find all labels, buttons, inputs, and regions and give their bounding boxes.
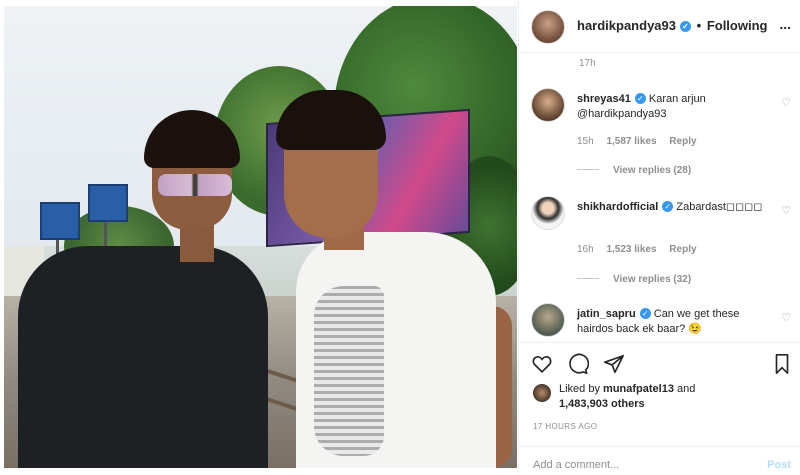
comment-like-heart-icon[interactable]: ♡: [781, 204, 791, 217]
reply-button[interactable]: Reply: [669, 244, 696, 255]
commenter-username[interactable]: shikhardofficial: [577, 201, 658, 213]
commenter-avatar[interactable]: [531, 88, 565, 122]
liked-by-label: Liked by: [559, 383, 600, 395]
likes-text: Liked by munafpatel13 and 1,483,903 othe…: [559, 382, 695, 412]
instagram-post: hardikpandya93 ✓ • Following ... 17h shre…: [0, 0, 800, 474]
bookmark-icon[interactable]: [771, 353, 793, 375]
commenter-avatar[interactable]: [531, 196, 565, 230]
view-replies-label: View replies (32): [613, 274, 692, 285]
comment-time: 16h: [577, 244, 594, 255]
verified-badge-icon: ✓: [639, 308, 651, 319]
comment-like-heart-icon[interactable]: ♡: [781, 96, 791, 109]
likes-and: and: [677, 383, 696, 395]
comment-text: jatin_sapru ✓ Can we get these hairdos ba…: [577, 307, 773, 337]
comment-icon[interactable]: [567, 353, 589, 375]
post-side-panel: hardikpandya93 ✓ • Following ... 17h shre…: [518, 0, 800, 474]
author-username[interactable]: hardikpandya93: [577, 18, 676, 33]
comment-likes[interactable]: 1,523 likes: [606, 244, 656, 255]
add-comment-input[interactable]: Add a comment...: [533, 459, 619, 471]
post-comment-button[interactable]: Post: [767, 459, 791, 471]
verified-badge-icon: ✓: [662, 201, 674, 212]
left-person-sunglasses: [158, 174, 232, 196]
commenter-avatar[interactable]: [531, 303, 565, 337]
add-comment-bar: Add a comment... Post: [519, 446, 800, 475]
heart-icon[interactable]: [531, 353, 553, 375]
comment-likes[interactable]: 1,587 likes: [606, 136, 656, 147]
comment-text: shreyas41 ✓ Karan arjun @hardikpandya93: [577, 92, 773, 122]
post-photo[interactable]: [4, 6, 517, 468]
photo-sign-board: [88, 184, 128, 222]
more-options-icon[interactable]: ...: [779, 16, 791, 32]
post-action-bar: [519, 342, 800, 379]
share-icon[interactable]: [603, 353, 625, 375]
separator-dot: •: [696, 18, 702, 33]
verified-badge-icon: ✓: [680, 21, 691, 32]
comment-meta: 16h 1,523 likes Reply: [577, 244, 707, 255]
view-replies-label: View replies (28): [613, 165, 692, 176]
comment-meta: 15h 1,587 likes Reply: [577, 136, 707, 147]
photo-sign-board: [40, 202, 80, 240]
left-person-body: [18, 246, 268, 468]
caption-time: 17h: [579, 58, 596, 69]
following-button[interactable]: Following: [707, 18, 768, 33]
view-replies-line: [577, 169, 599, 170]
reply-button[interactable]: Reply: [669, 136, 696, 147]
likes-count[interactable]: 1,483,903 others: [559, 398, 645, 410]
view-replies-line: [577, 278, 599, 279]
liker-avatar[interactable]: [533, 384, 551, 402]
view-replies-button[interactable]: View replies (28): [577, 165, 691, 176]
comment-time: 15h: [577, 136, 594, 147]
commenter-username[interactable]: shreyas41: [577, 93, 631, 105]
commenter-username[interactable]: jatin_sapru: [577, 308, 636, 320]
liker-username[interactable]: munafpatel13: [603, 383, 674, 395]
post-header: hardikpandya93 ✓ • Following ...: [519, 0, 800, 53]
view-replies-button[interactable]: View replies (32): [577, 274, 691, 285]
verified-badge-icon: ✓: [634, 93, 646, 104]
comment-like-heart-icon[interactable]: ♡: [781, 311, 791, 324]
author-line: hardikpandya93 ✓ • Following: [577, 18, 767, 33]
comment-text: shikhardofficial ✓ Zabardast◻◻◻◻: [577, 200, 773, 215]
comment-body: Zabardast◻◻◻◻: [676, 201, 763, 213]
author-avatar[interactable]: [531, 10, 565, 44]
post-timestamp: 17 HOURS AGO: [533, 422, 598, 431]
right-person-shirt-print: [314, 286, 384, 456]
